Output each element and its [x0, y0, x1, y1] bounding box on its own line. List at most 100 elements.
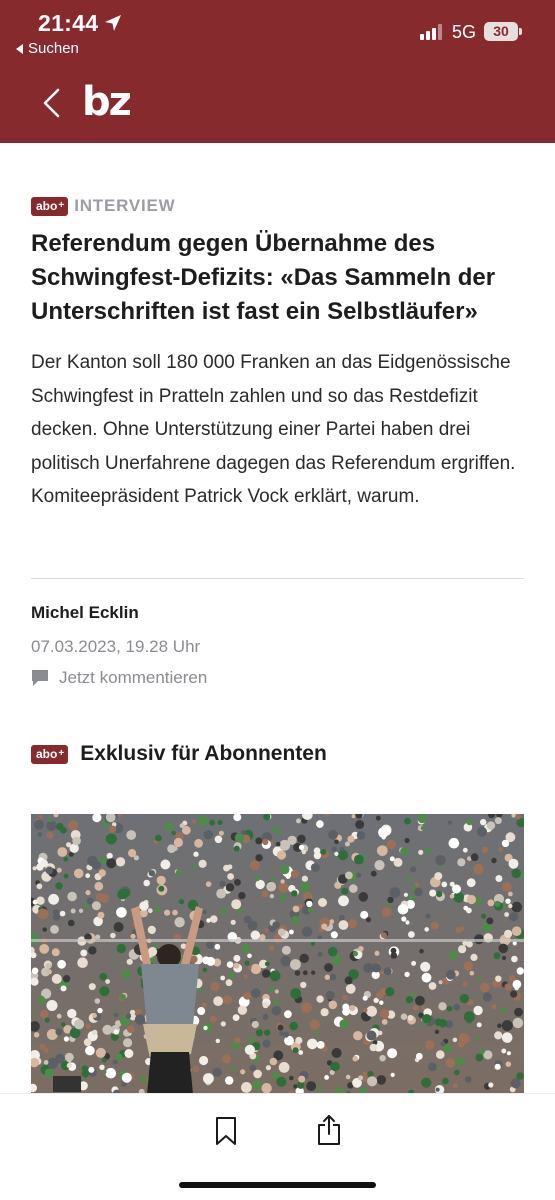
crowd-dot	[247, 920, 258, 931]
crowd-dot	[331, 846, 337, 852]
crowd-dot	[311, 970, 316, 975]
crowd-dot	[273, 999, 280, 1006]
battery-tip	[519, 28, 522, 35]
crowd-dot	[462, 847, 468, 853]
crowd-dot	[99, 972, 108, 981]
share-icon[interactable]	[316, 1114, 342, 1146]
crowd-dot	[241, 943, 251, 954]
status-time: 21:44	[38, 10, 99, 36]
article-headline: Referendum gegen Übernahme des Schwingfe…	[31, 230, 496, 325]
crowd-dot	[393, 857, 403, 867]
crowd-dot	[454, 1069, 460, 1076]
crowd-dot	[167, 844, 176, 853]
article-photo[interactable]	[31, 814, 524, 1094]
crowd-dot	[382, 826, 392, 836]
crowd-dot	[424, 1040, 435, 1050]
crowd-dot	[230, 919, 236, 925]
crowd-dot	[249, 1064, 257, 1072]
crowd-dot	[262, 1001, 269, 1009]
crowd-dot	[316, 820, 324, 828]
crowd-dot	[302, 970, 308, 976]
crowd-dot	[504, 929, 513, 938]
crowd-dot	[379, 1055, 386, 1062]
author-name[interactable]: Michel Ecklin	[31, 603, 139, 623]
crowd-dot	[222, 1054, 231, 1064]
crowd-dot	[261, 969, 271, 978]
crowd-dot	[421, 1077, 432, 1088]
crowd-dot	[247, 1036, 255, 1044]
crowd-dot	[268, 945, 275, 951]
crowd-dot	[51, 948, 60, 957]
crowd-dot	[508, 891, 513, 897]
crowd-dot	[294, 970, 301, 976]
crowd-dot	[105, 833, 117, 845]
chevron-left-icon[interactable]	[40, 88, 64, 118]
crowd-dot	[148, 870, 155, 877]
crowd-dot	[338, 914, 345, 921]
crowd-dot	[434, 872, 443, 881]
crowd-dot	[276, 1076, 287, 1087]
crowd-dot	[383, 967, 392, 976]
battery-icon: 30	[484, 22, 518, 41]
abo-badge: abo +	[31, 744, 69, 764]
comment-link[interactable]: Jetzt kommentieren	[31, 668, 207, 688]
crowd-dot	[178, 899, 185, 905]
crowd-dot	[366, 917, 371, 923]
crowd-dot	[505, 1061, 512, 1067]
crowd-dot	[410, 866, 417, 873]
crowd-dot	[495, 875, 503, 882]
crowd-dot	[80, 949, 88, 957]
crowd-dot	[125, 1013, 132, 1019]
crowd-dot	[43, 1060, 49, 1065]
crowd-dot	[251, 1079, 263, 1090]
crowd-dot	[407, 876, 413, 882]
crowd-dot	[278, 893, 286, 901]
crowd-dot	[38, 814, 43, 819]
crowd-dot	[453, 1083, 458, 1089]
bookmark-icon[interactable]	[214, 1116, 238, 1146]
crowd-dot	[501, 1020, 513, 1032]
crowd-dot	[463, 1011, 475, 1023]
home-indicator[interactable]	[179, 1182, 376, 1188]
crowd-dot	[261, 890, 269, 898]
crowd-dot	[280, 879, 285, 884]
crowd-dot	[275, 841, 281, 847]
crowd-dot	[42, 927, 47, 932]
crowd-dot	[318, 898, 327, 907]
crowd-dot	[466, 878, 476, 888]
crowd-dot	[156, 875, 166, 885]
crowd-dot	[232, 1014, 240, 1021]
back-to-search[interactable]: Suchen	[16, 40, 79, 57]
crowd-dot	[438, 980, 443, 985]
crowd-image	[31, 814, 524, 1094]
crowd-dot	[280, 955, 292, 967]
crowd-dot	[321, 923, 328, 930]
crowd-dot	[349, 1005, 356, 1012]
crowd-dot	[498, 943, 509, 954]
crowd-dot	[255, 1029, 263, 1037]
crowd-dot	[275, 829, 281, 835]
crowd-dot	[130, 933, 136, 939]
crowd-dot	[92, 1013, 97, 1018]
crowd-dot	[290, 870, 299, 878]
crowd-dot	[506, 1051, 511, 1056]
crowd-dot	[234, 833, 245, 843]
crowd-dot	[428, 1062, 437, 1072]
crowd-dot	[486, 917, 494, 925]
divider	[31, 578, 524, 579]
crowd-dot	[85, 1045, 95, 1056]
crowd-dot	[287, 835, 297, 845]
crowd-dot	[62, 975, 71, 983]
bz-logo[interactable]: bz	[82, 78, 132, 126]
crowd-dot	[102, 1069, 107, 1075]
crowd-dot	[434, 1029, 440, 1034]
crowd-dot	[307, 1038, 318, 1050]
crowd-dot	[174, 917, 185, 928]
crowd-dot	[63, 873, 69, 879]
crowd-dot	[59, 910, 66, 917]
crowd-dot	[301, 850, 306, 855]
crowd-dot	[342, 994, 348, 1001]
crowd-dot	[348, 919, 358, 929]
crowd-dot	[234, 879, 241, 886]
crowd-dot	[123, 1038, 133, 1048]
